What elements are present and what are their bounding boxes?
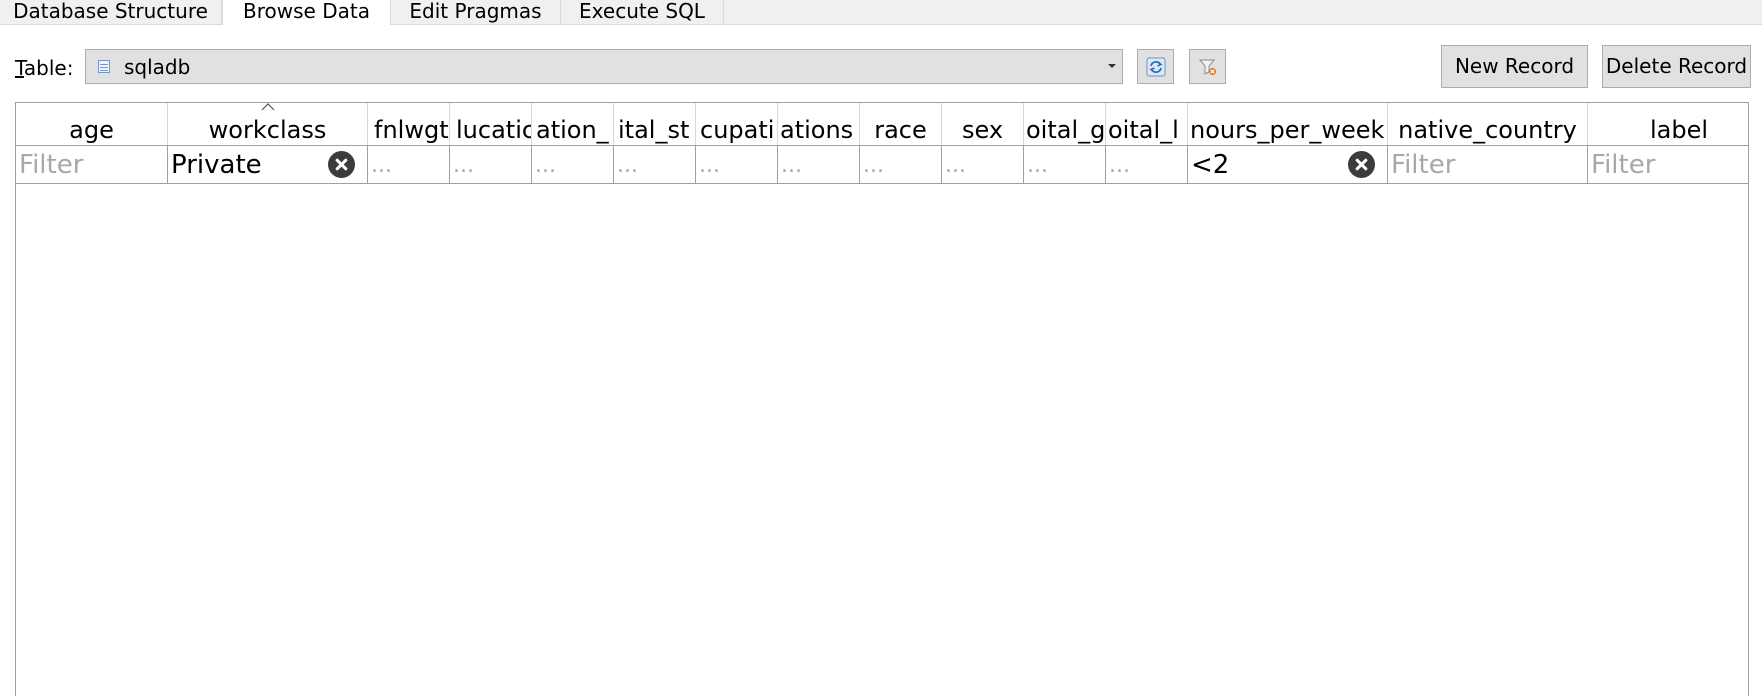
- filter-input-relationship[interactable]: ...: [778, 146, 860, 183]
- column-header-label: age: [69, 116, 114, 144]
- filter-input-race[interactable]: ...: [860, 146, 942, 183]
- column-header-label: cupati: [700, 116, 775, 144]
- filter-input-sex[interactable]: ...: [942, 146, 1024, 183]
- column-header-label: label: [1649, 116, 1709, 144]
- column-header-label: ations: [780, 116, 854, 144]
- column-header-relationship[interactable]: ations: [778, 103, 860, 145]
- clear-filter-icon[interactable]: [328, 151, 355, 178]
- column-header-education[interactable]: lucatic: [450, 103, 532, 145]
- clear-filter-icon[interactable]: [1348, 151, 1375, 178]
- data-grid: age workclass fnlwgt lucatic ation_ ital…: [15, 102, 1749, 696]
- tab-bar: Database Structure Browse Data Edit Prag…: [0, 0, 1762, 25]
- column-header-education-num[interactable]: ation_: [532, 103, 614, 145]
- filter-placeholder: ...: [781, 153, 802, 178]
- column-header-label: lucatic: [456, 116, 532, 144]
- filter-value: <2: [1191, 150, 1230, 180]
- column-header-capital-loss[interactable]: oital_l: [1106, 103, 1188, 145]
- column-header-label: oital_l: [1108, 116, 1179, 144]
- column-header-label: sex: [961, 116, 1004, 144]
- column-header-age[interactable]: age: [16, 103, 168, 145]
- column-header-label: ital_st: [618, 116, 690, 144]
- column-header-label: nours_per_week: [1190, 116, 1385, 144]
- column-header-label: oital_g: [1026, 116, 1106, 144]
- tab-database-structure[interactable]: Database Structure: [0, 0, 222, 24]
- filter-placeholder: Filter: [1591, 150, 1656, 180]
- column-header-native-country[interactable]: native_country: [1388, 103, 1588, 145]
- tab-browse-data[interactable]: Browse Data: [222, 0, 391, 25]
- filter-placeholder: ...: [535, 153, 556, 178]
- column-header-race[interactable]: race: [860, 103, 942, 145]
- refresh-icon: [1146, 57, 1166, 77]
- column-header-label: native_country: [1398, 116, 1577, 144]
- filter-input-education[interactable]: ...: [450, 146, 532, 183]
- column-header-workclass[interactable]: workclass: [168, 103, 368, 145]
- clear-filters-button[interactable]: [1189, 49, 1226, 84]
- chevron-down-icon: [1108, 64, 1116, 68]
- filter-value: Private: [171, 150, 262, 180]
- filter-placeholder: Filter: [1391, 150, 1456, 180]
- column-header-marital-status[interactable]: ital_st: [614, 103, 696, 145]
- filter-placeholder: ...: [1027, 153, 1048, 178]
- filter-placeholder: ...: [945, 153, 966, 178]
- filter-placeholder: ...: [699, 153, 720, 178]
- column-header-label: race: [874, 116, 927, 144]
- filter-placeholder: ...: [863, 153, 884, 178]
- filter-input-marital-status[interactable]: ...: [614, 146, 696, 183]
- new-record-button[interactable]: New Record: [1441, 45, 1588, 88]
- clear-filters-icon: [1198, 59, 1217, 76]
- column-header-label: fnlwgt: [374, 116, 449, 144]
- table-select-value: sqladb: [124, 55, 191, 79]
- sort-ascending-icon: [261, 103, 275, 111]
- filter-input-occupation[interactable]: ...: [696, 146, 778, 183]
- table-label: Table:: [15, 55, 73, 81]
- refresh-button[interactable]: [1137, 49, 1174, 84]
- filter-input-label[interactable]: Filter: [1588, 146, 1748, 183]
- filter-input-native-country[interactable]: Filter: [1388, 146, 1588, 183]
- table-icon: [98, 60, 110, 73]
- filter-input-education-num[interactable]: ...: [532, 146, 614, 183]
- delete-record-button[interactable]: Delete Record: [1602, 45, 1751, 88]
- filter-input-workclass[interactable]: Private: [168, 146, 368, 183]
- filter-input-hours-per-week[interactable]: <2: [1188, 146, 1388, 183]
- column-header-label[interactable]: label: [1588, 103, 1748, 145]
- table-label-text: able:: [23, 56, 74, 80]
- filter-placeholder: ...: [453, 153, 474, 178]
- column-header-fnlwgt[interactable]: fnlwgt: [368, 103, 450, 145]
- column-header-label: ation_: [536, 116, 609, 144]
- filter-row: Filter Private ... ... ... ... ... ... .…: [16, 145, 1748, 184]
- filter-input-capital-loss[interactable]: ...: [1106, 146, 1188, 183]
- tab-edit-pragmas[interactable]: Edit Pragmas: [391, 0, 561, 24]
- column-header-label: workclass: [208, 116, 327, 144]
- filter-placeholder: Filter: [19, 150, 84, 180]
- filter-placeholder: ...: [617, 153, 638, 178]
- column-header-hours-per-week[interactable]: nours_per_week: [1188, 103, 1388, 145]
- filter-input-capital-gain[interactable]: ...: [1024, 146, 1106, 183]
- filter-placeholder: ...: [1109, 153, 1130, 178]
- column-header-sex[interactable]: sex: [942, 103, 1024, 145]
- column-header-capital-gain[interactable]: oital_g: [1024, 103, 1106, 145]
- table-label-accelerator: T: [15, 56, 24, 80]
- column-header-occupation[interactable]: cupati: [696, 103, 778, 145]
- table-select[interactable]: sqladb: [85, 49, 1123, 84]
- filter-input-fnlwgt[interactable]: ...: [368, 146, 450, 183]
- filter-input-age[interactable]: Filter: [16, 146, 168, 183]
- filter-placeholder: ...: [371, 153, 392, 178]
- tab-execute-sql[interactable]: Execute SQL: [561, 0, 724, 24]
